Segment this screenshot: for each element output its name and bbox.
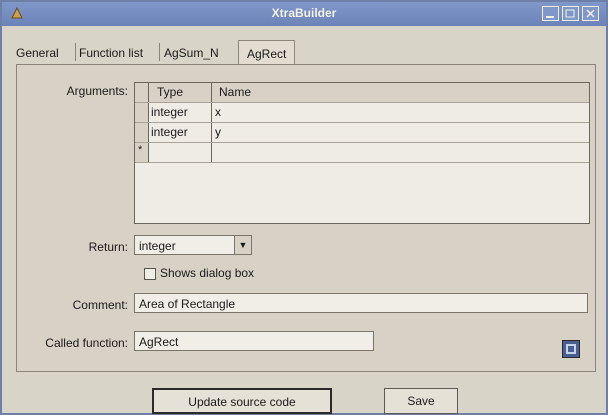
arguments-label: Arguments: — [66, 84, 128, 98]
window-title: XtraBuilder — [271, 6, 337, 20]
grid-header-row: Type Name — [135, 83, 589, 103]
column-header-type[interactable]: Type — [157, 85, 183, 99]
minimize-button[interactable] — [542, 6, 559, 21]
called-function-field[interactable]: AgRect — [134, 331, 374, 351]
chevron-down-icon[interactable]: ▼ — [234, 236, 251, 254]
column-divider — [211, 103, 212, 122]
arg-name-cell[interactable]: y — [215, 125, 221, 139]
row-header[interactable] — [135, 103, 149, 122]
return-label: Return: — [88, 240, 128, 254]
new-row-marker: * — [138, 144, 143, 156]
arg-type-cell[interactable]: integer — [151, 105, 188, 119]
comment-label: Comment: — [72, 298, 128, 312]
tab-divider — [159, 43, 160, 61]
maximize-icon — [565, 9, 575, 18]
close-icon — [586, 9, 595, 18]
column-divider — [211, 123, 212, 142]
close-button[interactable] — [582, 6, 599, 21]
shows-dialog-checkbox[interactable] — [144, 268, 156, 280]
column-header-name[interactable]: Name — [219, 85, 251, 99]
minimize-icon — [546, 16, 554, 18]
arguments-grid[interactable]: Type Name integer x integer y * — [134, 82, 590, 224]
table-row[interactable]: * — [135, 143, 589, 163]
tab-function-list[interactable]: Function list — [79, 46, 143, 60]
tab-agsum-n[interactable]: AgSum_N — [164, 46, 219, 60]
return-type-select[interactable]: integer ▼ — [134, 235, 252, 255]
shows-dialog-label: Shows dialog box — [160, 266, 255, 280]
row-header[interactable]: * — [135, 143, 149, 162]
table-row[interactable]: integer x — [135, 103, 589, 123]
tab-agrect[interactable]: AgRect — [238, 40, 296, 64]
app-window: XtraBuilder General Function list AgSum_… — [0, 0, 608, 415]
title-bar[interactable]: XtraBuilder — [2, 2, 606, 26]
called-function-label: Called function: — [45, 336, 128, 350]
save-button[interactable]: Save — [384, 388, 458, 414]
tab-general[interactable]: General — [16, 46, 59, 60]
tab-divider — [75, 43, 76, 61]
maximize-button[interactable] — [562, 6, 579, 21]
comment-field[interactable]: Area of Rectangle — [134, 293, 588, 313]
table-row[interactable]: integer y — [135, 123, 589, 143]
row-header[interactable] — [135, 123, 149, 142]
arg-type-cell[interactable]: integer — [151, 125, 188, 139]
return-type-value: integer — [139, 239, 176, 253]
update-source-code-button[interactable]: Update source code — [152, 388, 332, 414]
properties-icon[interactable] — [562, 340, 580, 358]
column-divider — [211, 83, 212, 102]
arg-name-cell[interactable]: x — [215, 105, 221, 119]
column-divider — [211, 143, 212, 162]
header-corner — [135, 83, 149, 102]
